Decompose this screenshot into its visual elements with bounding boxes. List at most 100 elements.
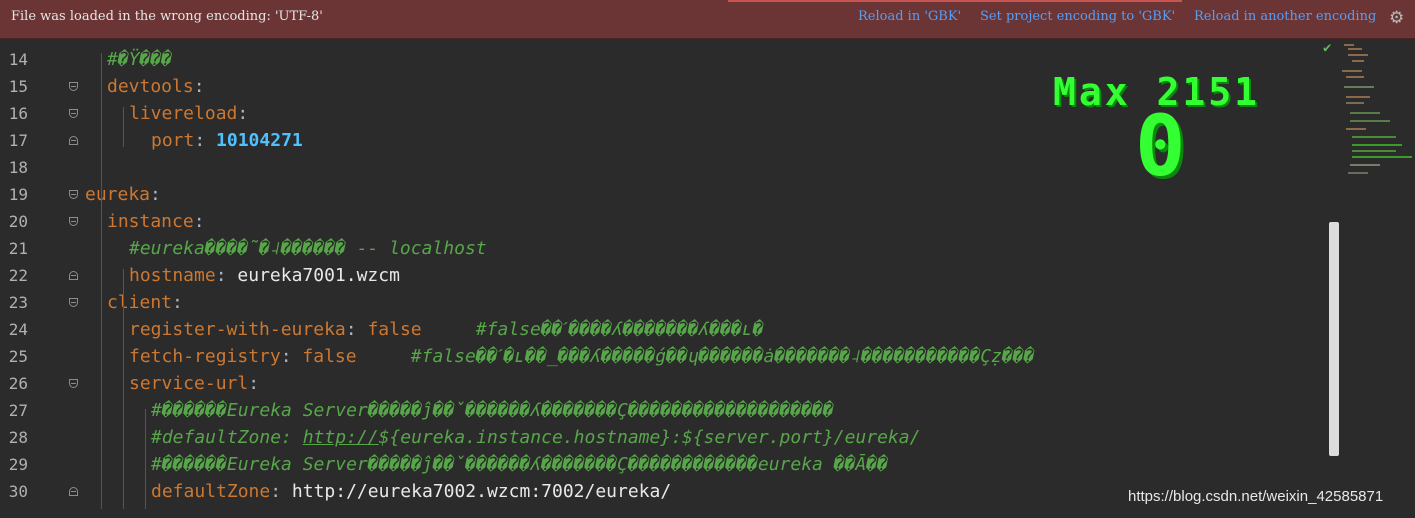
code-line: port: 10104271 — [151, 127, 303, 154]
code-token: #eureka����˜�˨������ -- localhost — [129, 238, 487, 259]
code-line: hostname: eureka7001.wzcm — [129, 262, 400, 289]
reload-gbk-link[interactable]: Reload in 'GBK' — [858, 9, 961, 24]
vertical-scrollbar[interactable] — [1329, 222, 1339, 456]
fold-icon[interactable] — [69, 487, 78, 496]
minimap-line — [1352, 136, 1396, 138]
fold-icon[interactable] — [69, 217, 78, 226]
code-token: 10104271 — [216, 130, 303, 151]
code-token: #������Eureka Server�����ĵ��ˇ������ʎ����… — [151, 454, 888, 475]
fold-icon[interactable] — [69, 190, 78, 199]
code-token: : — [248, 373, 260, 394]
minimap-line — [1346, 128, 1366, 130]
code-line: #�Ÿ��� — [107, 46, 172, 73]
indent-guide — [101, 53, 102, 509]
minimap-line — [1352, 156, 1412, 158]
code-line: fetch-registry: false #false��ˊ�ʟ��_���ʎ… — [129, 343, 1034, 370]
minimap-line — [1348, 48, 1362, 50]
code-token: port — [151, 130, 195, 151]
fold-icon[interactable] — [69, 109, 78, 118]
code-token: client — [107, 292, 173, 313]
minimap-line — [1350, 164, 1380, 166]
code-token: instance — [107, 211, 194, 232]
counter-value: 0 — [1135, 97, 1186, 195]
code-token: : — [345, 319, 368, 340]
line-number: 25 — [8, 347, 28, 366]
code-token: livereload — [129, 103, 238, 124]
code-line: #eureka����˜�˨������ -- localhost — [129, 235, 487, 262]
code-line: defaultZone: http://eureka7002.wzcm:7002… — [151, 478, 671, 505]
minimap-line — [1346, 102, 1364, 104]
fold-icon[interactable] — [69, 379, 78, 388]
fold-icon[interactable] — [69, 82, 78, 91]
fold-icon[interactable] — [69, 136, 78, 145]
check-icon[interactable]: ✔ — [1323, 40, 1331, 56]
line-number: 24 — [8, 320, 28, 339]
code-token: ${eureka.instance.hostname}:${server.por… — [378, 427, 921, 448]
minimap-line — [1344, 44, 1354, 46]
code-line: devtools: — [107, 73, 205, 100]
fold-icon[interactable] — [69, 271, 78, 280]
line-number: 29 — [8, 455, 28, 474]
indent-guide — [145, 409, 146, 509]
minimap-line — [1342, 70, 1362, 72]
code-token: : — [193, 211, 205, 232]
code-token: #������Eureka Server�����ĵ��ˇ������ʎ����… — [151, 400, 834, 421]
code-token: defaultZone — [151, 481, 271, 502]
code-line: eureka: — [85, 181, 161, 208]
line-number: 15 — [8, 77, 28, 96]
line-number: 20 — [8, 212, 28, 231]
line-number: 26 — [8, 374, 28, 393]
fold-icon[interactable] — [69, 298, 78, 307]
code-line: client: — [107, 289, 183, 316]
line-number: 22 — [8, 266, 28, 285]
code-token: #false��ˊ����ʎ�������ʎ���ʟ� — [475, 319, 764, 340]
line-number: 18 — [8, 158, 28, 177]
minimap-line — [1350, 112, 1380, 114]
code-line: #defaultZone: http://${eureka.instance.h… — [151, 424, 920, 451]
indent-guide — [123, 269, 124, 509]
code-token: : — [172, 292, 183, 313]
set-project-encoding-link[interactable]: Set project encoding to 'GBK' — [980, 9, 1175, 24]
notification-accent-line — [728, 0, 1182, 2]
code-token: http://eureka7002.wzcm:7002/eureka/ — [291, 481, 672, 502]
code-token: http:// — [302, 427, 379, 448]
line-number: 27 — [8, 401, 28, 420]
code-line: #������Eureka Server�����ĵ��ˇ������ʎ����… — [151, 397, 834, 424]
gear-icon[interactable]: ⚙ — [1389, 8, 1404, 28]
code-token: : — [193, 76, 205, 97]
watermark-url: https://blog.csdn.net/weixin_42585871 — [1128, 488, 1384, 505]
code-minimap[interactable] — [1340, 40, 1415, 210]
encoding-notification-bar: File was loaded in the wrong encoding: '… — [0, 0, 1415, 39]
minimap-line — [1350, 120, 1390, 122]
line-number: 23 — [8, 293, 28, 312]
editor-gutter: 14 15 16 17 18 19 20 21 22 23 24 25 26 27 28 29 30 — [0, 39, 80, 518]
code-line: instance: — [107, 208, 205, 235]
code-line: register-with-eureka: false #false��ˊ���… — [129, 316, 764, 343]
line-number: 28 — [8, 428, 28, 447]
code-token: #false��ˊ�ʟ��_���ʎ�����ǵ��ɥ������ȧ������… — [410, 346, 1035, 367]
minimap-line — [1348, 172, 1368, 174]
code-line: #������Eureka Server�����ĵ��ˇ������ʎ����… — [151, 451, 888, 478]
line-number: 17 — [8, 131, 28, 150]
minimap-line — [1346, 76, 1364, 78]
code-token: false — [302, 346, 357, 367]
code-line: livereload: — [129, 100, 248, 127]
code-token: fetch-registry — [129, 346, 281, 367]
minimap-line — [1348, 54, 1368, 56]
code-token: devtools — [107, 76, 194, 97]
line-number: 30 — [8, 482, 28, 501]
code-token: false — [367, 319, 422, 340]
reload-another-encoding-link[interactable]: Reload in another encoding — [1194, 9, 1376, 24]
line-number: 19 — [8, 185, 28, 204]
code-token: : — [150, 184, 161, 205]
minimap-line — [1352, 60, 1364, 62]
minimap-line — [1346, 96, 1370, 98]
code-token: : — [194, 130, 217, 151]
code-token: hostname — [129, 265, 216, 286]
code-token: : — [270, 481, 292, 502]
code-token: register-with-eureka — [129, 319, 346, 340]
code-token: eureka7001.wzcm — [237, 265, 400, 286]
minimap-line — [1352, 144, 1402, 146]
code-token: : — [237, 103, 249, 124]
